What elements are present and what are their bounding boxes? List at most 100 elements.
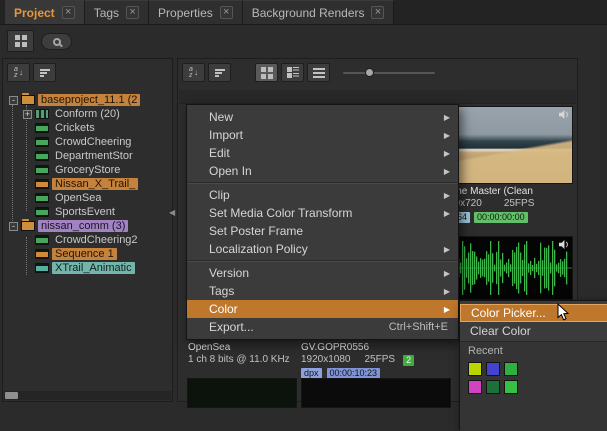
sort-order-button[interactable]	[208, 63, 231, 82]
menu-item-label: Version	[209, 266, 249, 280]
tab-close-icon[interactable]: ×	[126, 6, 139, 19]
clip-name: GV.GOPR0556	[301, 342, 457, 354]
menu-item-set-media-color-transform[interactable]: Set Media Color Transform▶	[187, 204, 458, 222]
tab-project[interactable]: Project ×	[5, 0, 85, 24]
tab-label: Properties	[158, 6, 213, 20]
clip-icon	[35, 179, 49, 189]
workspace-layout-button[interactable]	[7, 30, 34, 52]
menu-item-import[interactable]: Import▶	[187, 126, 458, 144]
tree-item-nissan-comm-3[interactable]: -nissan_comm (3)	[7, 219, 170, 233]
menu-item-tags[interactable]: Tags▶	[187, 282, 458, 300]
clip-card-gopro[interactable]: GV.GOPR0556 1920x1080 25FPS 2 dpx 00:00:…	[301, 340, 457, 379]
tree-expander-icon[interactable]: -	[9, 222, 18, 231]
tree-item-crickets[interactable]: Crickets	[7, 121, 170, 135]
submenu-arrow-icon: ▶	[444, 191, 450, 200]
clip-icon	[35, 263, 49, 273]
recent-colors-label: Recent	[468, 345, 607, 357]
menu-item-label: Edit	[209, 146, 230, 160]
menu-item-set-poster-frame[interactable]: Set Poster Frame	[187, 222, 458, 240]
audio-clip-thumbnail[interactable]	[449, 236, 573, 300]
tree-item-baseproject-11-1-2[interactable]: -baseproject_11.1 (2	[7, 93, 170, 107]
slider-thumb[interactable]	[365, 68, 374, 77]
tree-item-label: Sequence 1	[52, 248, 117, 260]
clip-version-badge: 2	[403, 355, 414, 366]
clip-icon	[35, 165, 49, 175]
menu-item-label: Color	[209, 302, 238, 316]
menu-item-label: Import	[209, 128, 243, 142]
tree-item-conform-20[interactable]: +Conform (20)	[7, 107, 170, 121]
view-mode-grid-button[interactable]	[255, 63, 278, 82]
tree-item-label: SportsEvent	[52, 206, 118, 218]
tree-item-crowdcheering2[interactable]: CrowdCheering2	[7, 233, 170, 247]
context-menu: New▶Import▶Edit▶Open In▶Clip▶Set Media C…	[186, 104, 459, 340]
clip-audio-info: 1 ch 8 bits @ 11.0 KHz	[188, 354, 298, 366]
menu-item-label: New	[209, 110, 233, 124]
menu-item-export[interactable]: Export...Ctrl+Shift+E	[187, 318, 458, 336]
clip-icon	[35, 151, 49, 161]
menu-item-clear-color[interactable]: Clear Color	[460, 322, 607, 340]
menu-item-color[interactable]: Color▶	[187, 300, 458, 318]
clip-fps: 25FPS	[504, 198, 535, 210]
color-swatch[interactable]	[504, 380, 518, 394]
clip-card-offline-master[interactable]: fline Master (Clean 80x720 25FPS 264 00:…	[449, 106, 573, 223]
scrollbar-thumb[interactable]	[5, 392, 18, 399]
clip-thumbnail[interactable]	[449, 106, 573, 184]
sort-bars-icon	[215, 69, 225, 77]
clip-card-audio[interactable]	[449, 236, 573, 300]
menu-item-color-picker[interactable]: Color Picker...	[460, 304, 607, 322]
color-swatch[interactable]	[486, 362, 500, 376]
tree-item-departmentstor[interactable]: DepartmentStor	[7, 149, 170, 163]
folder-icon	[21, 95, 35, 105]
tree-item-crowdcheering[interactable]: CrowdCheering	[7, 135, 170, 149]
tree-item-label: Crickets	[52, 122, 98, 134]
menu-shortcut: Ctrl+Shift+E	[389, 321, 450, 333]
sort-alphabetical-button[interactable]: az ↓	[182, 63, 205, 82]
color-swatch[interactable]	[468, 380, 482, 394]
tree-item-nissan-x-trail[interactable]: Nissan_X_Trail_	[7, 177, 170, 191]
panel-splitter-collapse-icon[interactable]: ◀	[169, 208, 175, 217]
tree-item-xtrail-animatic[interactable]: XTrail_Animatic	[7, 261, 170, 275]
tree-item-sequence-1[interactable]: Sequence 1	[7, 247, 170, 261]
menu-item-new[interactable]: New▶	[187, 108, 458, 126]
tree-expander-icon[interactable]: +	[23, 110, 32, 119]
submenu-arrow-icon: ▶	[444, 269, 450, 278]
menu-item-label: Open In	[209, 164, 252, 178]
sort-order-button[interactable]	[33, 63, 56, 82]
tab-close-icon[interactable]: ×	[62, 6, 75, 19]
tree-expander-icon[interactable]: -	[9, 96, 18, 105]
clip-format-badge: dpx	[301, 368, 322, 379]
color-swatch[interactable]	[486, 380, 500, 394]
menu-item-edit[interactable]: Edit ▶	[187, 144, 458, 162]
menu-item-localization-policy[interactable]: Localization Policy▶	[187, 240, 458, 258]
mouse-cursor	[557, 303, 570, 322]
submenu-arrow-icon: ▶	[444, 149, 450, 158]
menu-item-clip[interactable]: Clip▶	[187, 186, 458, 204]
tab-close-icon[interactable]: ×	[220, 6, 233, 19]
menu-item-open-in[interactable]: Open In▶	[187, 162, 458, 180]
tree-item-sportsevent[interactable]: SportsEvent	[7, 205, 170, 219]
clip-card-opensea[interactable]: OpenSea 1 ch 8 bits @ 11.0 KHz	[188, 340, 298, 366]
sort-bars-icon	[40, 69, 50, 77]
tree-item-opensea[interactable]: OpenSea	[7, 191, 170, 205]
tab-tags[interactable]: Tags×	[85, 0, 149, 24]
speaker-icon	[558, 110, 569, 119]
tree-horizontal-scrollbar[interactable]	[4, 391, 171, 400]
tab-properties[interactable]: Properties ×	[149, 0, 243, 24]
thumbnail-size-slider[interactable]	[343, 72, 435, 74]
tab-label: Project	[14, 6, 55, 20]
tab-close-icon[interactable]: ×	[371, 6, 384, 19]
view-mode-detail-button[interactable]	[281, 63, 304, 82]
clip-timecode-badge: 00:00:00:00	[474, 212, 528, 223]
sort-alphabetical-button[interactable]: az ↓	[7, 63, 30, 82]
menu-item-version[interactable]: Version ▶	[187, 264, 458, 282]
view-mode-list-button[interactable]	[307, 63, 330, 82]
search-input[interactable]	[41, 33, 72, 50]
color-swatch[interactable]	[468, 362, 482, 376]
tree-item-label: OpenSea	[52, 192, 104, 204]
tree-item-grocerystore[interactable]: GroceryStore	[7, 163, 170, 177]
tree-item-label: DepartmentStor	[52, 150, 136, 162]
tab-background-renders[interactable]: Background Renders×	[243, 0, 395, 24]
tree-item-label: CrowdCheering2	[52, 234, 141, 246]
sort-arrow-icon: ↓	[19, 68, 23, 77]
color-swatch[interactable]	[504, 362, 518, 376]
